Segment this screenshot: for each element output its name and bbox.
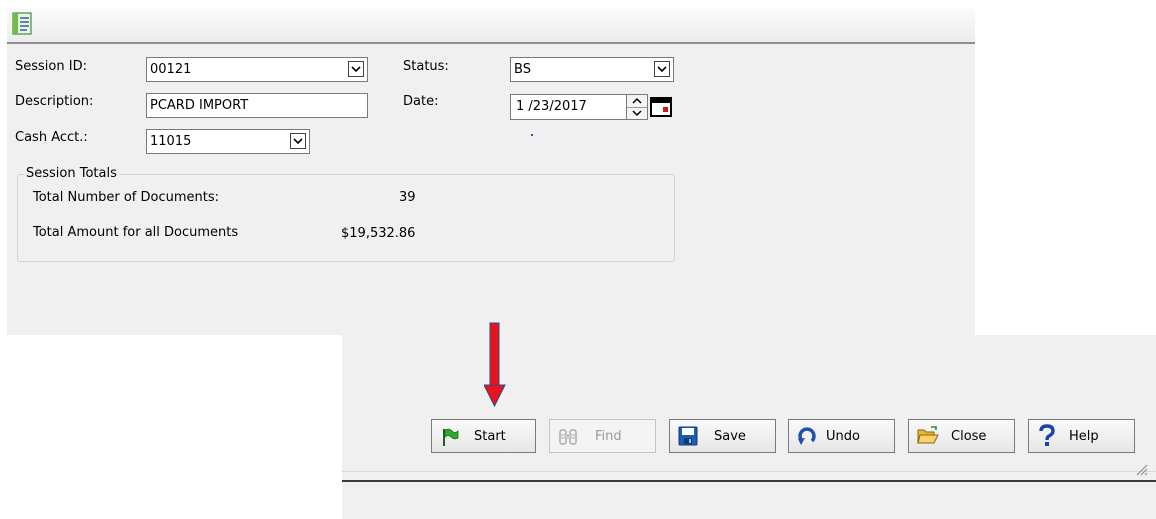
folder-icon (917, 425, 939, 445)
status-label: Status: (403, 59, 449, 74)
start-button[interactable]: Start (431, 419, 536, 453)
binoculars-icon (558, 427, 578, 447)
title-divider (7, 42, 975, 44)
description-input[interactable]: PCARD IMPORT (146, 93, 368, 118)
undo-arrow-icon (797, 426, 817, 446)
date-label: Date: (403, 94, 439, 109)
chevron-down-icon[interactable] (348, 61, 364, 77)
close-button[interactable]: Close (908, 419, 1015, 453)
resize-grip-icon[interactable] (1134, 462, 1148, 480)
session-totals-group: Session Totals Total Number of Documents… (17, 166, 675, 262)
toolbar-separator (342, 471, 1156, 472)
cash-acct-label: Cash Acct.: (15, 130, 88, 145)
find-label: Find (595, 429, 622, 444)
status-value: BS (514, 62, 531, 77)
spin-down-icon[interactable] (627, 107, 647, 119)
status-bar (342, 482, 1156, 519)
date-value: 1 /23/2017 (516, 99, 587, 114)
question-mark-icon (1037, 424, 1057, 446)
total-amount-label: Total Amount for all Documents (33, 225, 239, 240)
date-input[interactable]: 1 /23/2017 (510, 94, 628, 120)
chevron-down-icon[interactable] (654, 61, 670, 77)
total-amount-value: $19,532.86 (341, 226, 416, 241)
close-label: Close (951, 429, 987, 444)
documents-count-label: Total Number of Documents: (33, 190, 220, 205)
status-dropdown[interactable]: BS (510, 57, 674, 82)
undo-label: Undo (826, 429, 860, 444)
flag-icon (440, 427, 460, 447)
save-button[interactable]: Save (669, 419, 776, 453)
undo-button[interactable]: Undo (788, 419, 895, 453)
help-button[interactable]: Help (1028, 419, 1135, 453)
red-down-arrow-icon (483, 322, 506, 412)
window-title-bar (7, 8, 975, 42)
session-form-panel: Session ID: 00121 Description: PCARD IMP… (7, 8, 975, 335)
date-spinner[interactable] (626, 94, 648, 120)
save-label: Save (714, 429, 746, 444)
chevron-down-icon[interactable] (290, 133, 306, 149)
toolbar-panel: Start Find Save Undo Close Help (342, 335, 1156, 519)
cash-acct-dropdown[interactable]: 11015 (146, 129, 310, 154)
find-button[interactable]: Find (549, 419, 656, 453)
session-totals-title: Session Totals (24, 166, 119, 181)
session-id-value: 00121 (150, 62, 192, 77)
session-id-label: Session ID: (15, 59, 87, 74)
documents-count-value: 39 (399, 190, 416, 205)
description-value: PCARD IMPORT (150, 98, 249, 113)
help-label: Help (1069, 429, 1099, 444)
floppy-disk-icon (678, 426, 698, 446)
start-label: Start (474, 429, 506, 444)
session-id-dropdown[interactable]: 00121 (146, 57, 368, 82)
cash-acct-value: 11015 (150, 134, 192, 149)
document-icon (11, 12, 37, 40)
focus-dot (531, 134, 533, 136)
calendar-icon[interactable] (650, 97, 672, 121)
description-label: Description: (15, 94, 94, 109)
